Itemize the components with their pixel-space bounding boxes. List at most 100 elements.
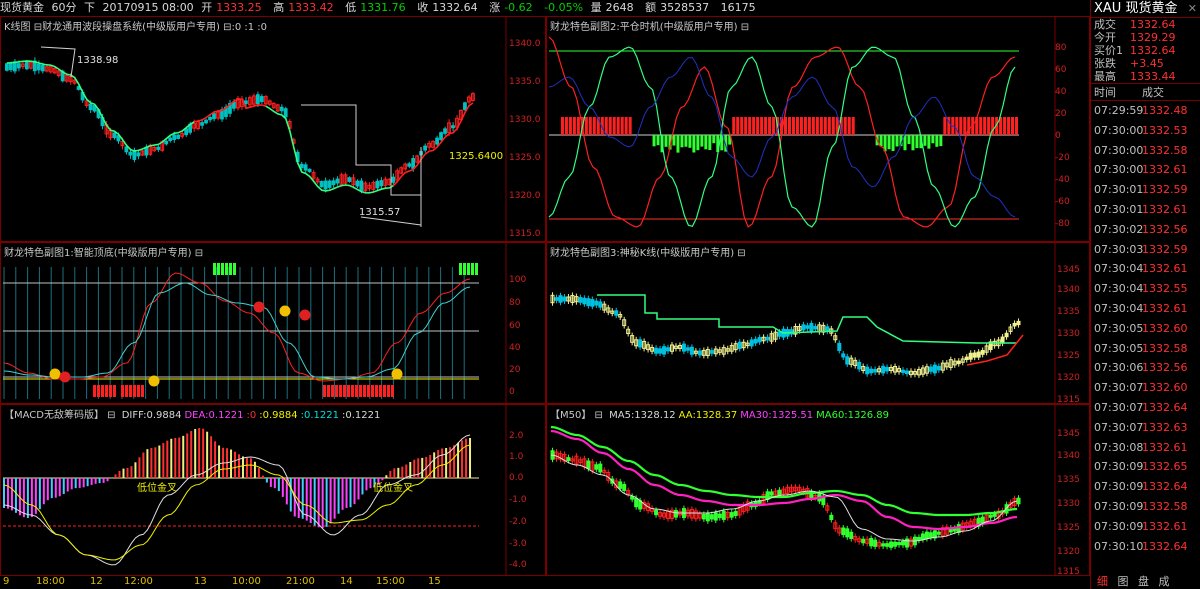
signal-bar bbox=[1003, 117, 1007, 135]
time-tick: 18:00 bbox=[36, 576, 65, 587]
candle bbox=[765, 336, 770, 341]
quote-row: 最高 1333.44 bbox=[1094, 70, 1176, 83]
signal-bar bbox=[768, 117, 772, 135]
signal-bar bbox=[608, 117, 612, 135]
candle bbox=[204, 119, 208, 124]
golden-cross-label: 低位金叉 bbox=[137, 483, 177, 494]
bar-datetime: 20170915 08:00 bbox=[102, 1, 194, 14]
candle bbox=[112, 132, 117, 139]
signal-bar bbox=[712, 135, 716, 144]
candle bbox=[932, 364, 937, 374]
sub3-panel[interactable]: 财龙特色副图3:神秘K线(中级版用户专用) ⊟ 1345 1340 1335 1… bbox=[546, 242, 1090, 404]
signal-bar bbox=[923, 135, 927, 146]
candle bbox=[881, 365, 886, 374]
tab-trades[interactable]: 成 bbox=[1159, 575, 1170, 588]
candle bbox=[283, 108, 288, 118]
extra-value: 16175 bbox=[720, 1, 756, 14]
signal-bar bbox=[807, 117, 811, 135]
direction-label: 下 bbox=[84, 1, 95, 14]
candle bbox=[681, 343, 686, 352]
signal-bar bbox=[760, 117, 764, 135]
axis-tick: 1320 bbox=[1057, 547, 1080, 557]
kline-panel[interactable]: K线图 ⊟财龙通用波段操盘系统(中级版用户专用) ⊟:0 :1 :0 1340.… bbox=[0, 16, 546, 242]
signal-bar bbox=[939, 135, 943, 147]
sub2-chart bbox=[548, 17, 1056, 241]
candle bbox=[654, 347, 659, 354]
candle bbox=[347, 177, 352, 182]
candle bbox=[168, 137, 173, 142]
candle bbox=[562, 296, 567, 302]
sub1-panel[interactable]: 财龙特色副图1:智能顶底(中级版用户专用) ⊟ 100 80 60 40 20 … bbox=[0, 242, 546, 404]
m50-panel[interactable]: 【M50】 ⊟ MA5:1328.12 AA:1328.37 MA30:1325.5… bbox=[546, 404, 1090, 576]
time-tick: 21:00 bbox=[286, 576, 315, 587]
candle bbox=[992, 513, 997, 517]
tick-row: 07:30:071332.64 bbox=[1094, 400, 1188, 414]
tick-row: 07:30:091332.58 bbox=[1094, 499, 1188, 513]
candle bbox=[924, 531, 929, 540]
signal-bar bbox=[748, 117, 752, 135]
candle bbox=[323, 180, 328, 190]
signal-bar bbox=[620, 117, 624, 135]
macd-title: 【MACD无敌筹码版】 ⊟ bbox=[4, 410, 116, 421]
candle bbox=[136, 152, 141, 157]
signal-bar bbox=[97, 385, 100, 397]
candle bbox=[638, 339, 643, 348]
time-tick: 10:00 bbox=[232, 576, 261, 587]
quote-list: 成交 1332.64 今开 1329.29 买价1 1332.64 张跌 +3.45 最高 133… bbox=[1091, 18, 1200, 83]
tick-row: 07:30:091332.64 bbox=[1094, 480, 1188, 494]
signal-dot bbox=[49, 368, 61, 380]
axis-tick: -4.0 bbox=[509, 560, 527, 570]
candle bbox=[451, 125, 455, 129]
candle bbox=[904, 370, 909, 375]
signal-bar bbox=[576, 117, 580, 135]
tab-detail[interactable]: 细 bbox=[1097, 575, 1108, 588]
kline-title: K线图 ⊟财龙通用波段操盘系统(中级版用户专用) ⊟:0 :1 :0 bbox=[4, 22, 268, 33]
signal-bar bbox=[756, 117, 760, 135]
candle bbox=[566, 457, 571, 462]
kline-axis: 1340.0 1335.0 1330.0 1325.0 1320.0 1315.… bbox=[509, 17, 545, 241]
time-tick: 12 bbox=[90, 576, 103, 587]
candle bbox=[1016, 320, 1021, 326]
axis-tick: 80 bbox=[1055, 43, 1067, 53]
signal-bar bbox=[221, 263, 224, 275]
axis-tick: 1330.0 bbox=[509, 115, 541, 125]
candle bbox=[335, 178, 340, 184]
candle bbox=[614, 310, 619, 316]
signal-bar bbox=[708, 135, 712, 150]
axis-tick: 60 bbox=[509, 321, 521, 331]
axis-tick: 1.0 bbox=[509, 452, 524, 462]
signal-bar bbox=[740, 117, 744, 135]
candle bbox=[865, 366, 870, 375]
tick-table[interactable]: 07:29:591332.48 07:30:001332.53 07:30:0013… bbox=[1091, 101, 1200, 556]
macd-panel[interactable]: 【MACD无敌筹码版】 ⊟ DIFF:0.9884 DEA:0.1221:0:0.… bbox=[0, 404, 546, 576]
time-axis: 9 18:00 12 12:00 13 10:00 21:00 14 15:00… bbox=[0, 576, 1090, 589]
axis-tick: -60 bbox=[1055, 197, 1070, 207]
candle bbox=[200, 122, 204, 126]
candle bbox=[554, 297, 559, 301]
tab-book[interactable]: 盘 bbox=[1138, 575, 1149, 588]
signal-bar bbox=[688, 135, 692, 148]
signal-bar bbox=[907, 135, 911, 145]
signal-bar bbox=[327, 385, 330, 397]
candle bbox=[375, 180, 380, 189]
sub2-panel[interactable]: 财龙特色副图2:平仓时机(中级版用户专用) ⊟ 80 60 40 20 0 -2… bbox=[546, 16, 1090, 242]
signal-bar bbox=[700, 135, 704, 147]
indicator-value: :0.1221 bbox=[300, 410, 339, 421]
candle bbox=[243, 100, 248, 105]
tick-row: 07:30:031332.59 bbox=[1094, 242, 1188, 256]
candle bbox=[630, 495, 635, 500]
time-tick: 12:00 bbox=[124, 576, 153, 587]
candle bbox=[749, 339, 754, 347]
candle bbox=[849, 531, 854, 540]
signal-bar bbox=[109, 385, 112, 397]
sidebar-name: 现货黄金 bbox=[1125, 1, 1178, 16]
close-icon[interactable]: ✕ bbox=[1188, 0, 1197, 18]
candle bbox=[1016, 497, 1021, 505]
axis-tick: 1320 bbox=[1057, 373, 1080, 383]
axis-tick: 1320.0 bbox=[509, 191, 541, 201]
sidebar-tabs: 细 图 盘 成 bbox=[1091, 575, 1200, 589]
period-label[interactable]: 60分 bbox=[52, 1, 77, 14]
candle bbox=[8, 63, 13, 71]
tab-chart[interactable]: 图 bbox=[1118, 575, 1129, 588]
axis-tick: -40 bbox=[1055, 175, 1070, 185]
